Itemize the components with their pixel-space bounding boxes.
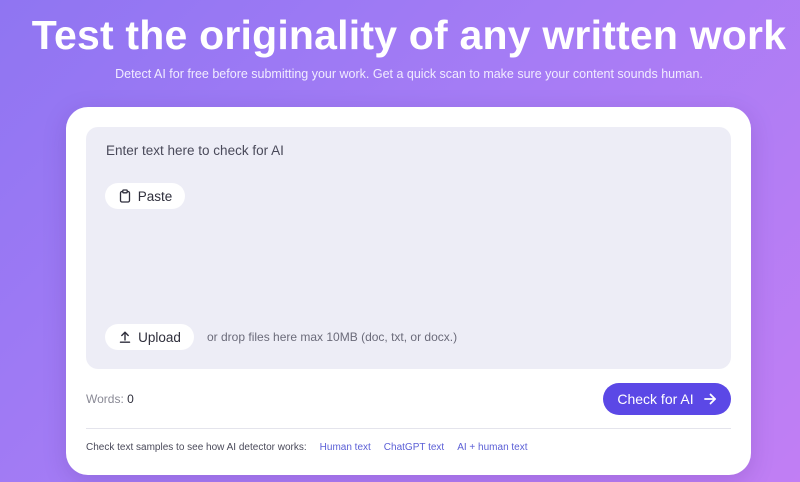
samples-label: Check text samples to see how AI detecto…	[86, 442, 307, 453]
upload-button-label: Upload	[138, 329, 181, 345]
clipboard-icon	[118, 189, 132, 203]
text-input-area[interactable]: Enter text here to check for AI Paste Up…	[86, 127, 731, 369]
text-input-placeholder: Enter text here to check for AI	[106, 143, 284, 158]
upload-icon	[118, 330, 132, 344]
word-count-label: Words:	[86, 392, 124, 406]
word-count-value: 0	[127, 392, 134, 406]
hero-title: Test the originality of any written work	[31, 12, 787, 58]
drop-files-hint: or drop files here max 10MB (doc, txt, o…	[207, 330, 458, 344]
arrow-right-icon	[703, 392, 717, 406]
word-counter: Words: 0	[86, 392, 134, 406]
upload-button[interactable]: Upload	[105, 324, 194, 350]
check-for-ai-label: Check for AI	[617, 391, 694, 407]
samples-bar: Check text samples to see how AI detecto…	[86, 442, 528, 453]
divider	[86, 428, 731, 429]
hero-subtitle: Detect AI for free before submitting you…	[115, 67, 703, 81]
paste-button-label: Paste	[137, 188, 173, 204]
sample-link-ai-human-text[interactable]: AI + human text	[457, 442, 527, 453]
paste-button[interactable]: Paste	[105, 183, 185, 209]
sample-link-chatgpt-text[interactable]: ChatGPT text	[384, 442, 444, 453]
sample-link-human-text[interactable]: Human text	[320, 442, 371, 453]
detector-card: Enter text here to check for AI Paste Up…	[66, 107, 751, 475]
check-for-ai-button[interactable]: Check for AI	[603, 383, 731, 415]
